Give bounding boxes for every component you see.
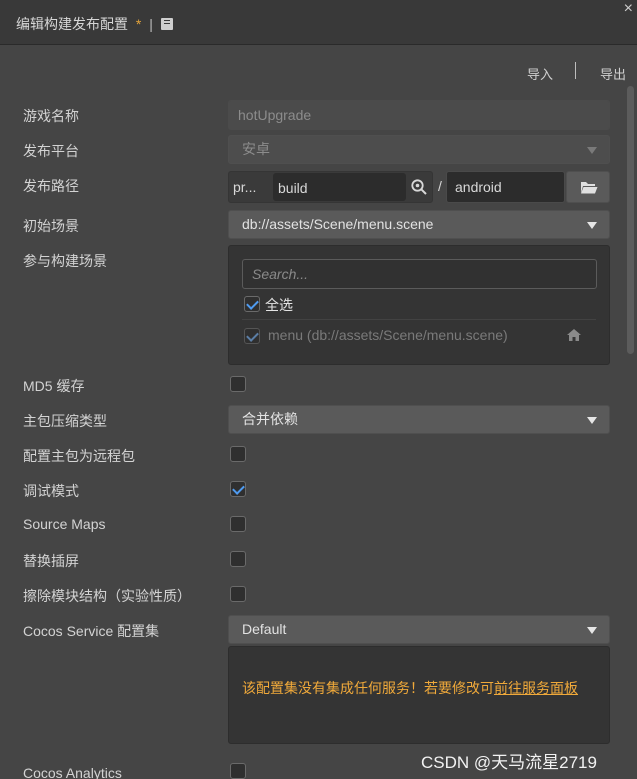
start-scene-value: db://assets/Scene/menu.scene — [242, 216, 434, 232]
divider — [242, 319, 596, 320]
window-title-text: 编辑构建发布配置 — [16, 16, 128, 32]
title-separator: | — [149, 16, 153, 32]
start-scene-select[interactable]: db://assets/Scene/menu.scene — [228, 210, 610, 239]
close-button[interactable]: × — [624, 0, 633, 18]
platform-label: 发布平台 — [23, 143, 79, 159]
service-notice: 该配置集没有集成任何服务！若要修改可前往服务面板 — [242, 674, 602, 703]
replace-splash-label: 替换插屏 — [23, 553, 79, 569]
scene-name: menu — [268, 327, 304, 343]
chevron-down-icon — [587, 627, 597, 634]
main-bundle-remote-checkbox[interactable] — [230, 446, 246, 462]
modified-indicator: * — [135, 16, 142, 32]
debug-mode-label: 调试模式 — [23, 483, 79, 499]
build-folder-input[interactable]: build — [273, 173, 406, 201]
game-name-label: 游戏名称 — [23, 108, 79, 124]
md5-cache-label: MD5 缓存 — [23, 378, 85, 394]
build-path-label: 发布路径 — [23, 178, 79, 194]
select-all-checkbox[interactable] — [244, 296, 260, 312]
window-title: 编辑构建发布配置 * | — [16, 14, 173, 34]
platform-value: 安卓 — [242, 141, 270, 157]
replace-splash-checkbox[interactable] — [230, 551, 246, 567]
platform-folder-input[interactable]: android — [446, 171, 565, 203]
game-name-input[interactable]: hotUpgrade — [228, 100, 610, 130]
import-button[interactable]: 导入 — [527, 64, 553, 83]
toolbar-separator — [575, 62, 576, 79]
folder-open-icon — [581, 182, 598, 194]
path-slash: / — [438, 178, 442, 194]
md5-cache-checkbox[interactable] — [230, 376, 246, 392]
source-maps-checkbox[interactable] — [230, 516, 246, 532]
export-button[interactable]: 导出 — [600, 64, 626, 83]
cocos-service-select[interactable]: Default — [228, 615, 610, 644]
debug-mode-checkbox[interactable] — [230, 481, 246, 497]
scene-item-menu[interactable]: menu (db://assets/Scene/menu.scene) — [268, 327, 508, 343]
open-folder-button[interactable] — [566, 171, 610, 203]
chevron-down-icon — [587, 147, 597, 154]
cocos-analytics-label: Cocos Analytics — [23, 765, 122, 779]
service-notice-text: 该配置集没有集成任何服务！若要修改可 — [242, 680, 494, 696]
cocos-service-label: Cocos Service 配置集 — [23, 623, 160, 639]
erase-module-checkbox[interactable] — [230, 586, 246, 602]
erase-module-label: 擦除模块结构（实验性质） — [23, 588, 191, 604]
select-all-label: 全选 — [265, 297, 293, 313]
compression-type-value: 合并依赖 — [242, 411, 298, 427]
source-maps-label: Source Maps — [23, 516, 106, 532]
platform-select[interactable]: 安卓 — [228, 135, 610, 164]
scene-checkbox-menu[interactable] — [244, 328, 260, 344]
scrollbar-thumb[interactable] — [627, 86, 634, 354]
build-path-prefix[interactable]: pr... — [233, 179, 256, 195]
chevron-down-icon — [587, 222, 597, 229]
title-bar: 编辑构建发布配置 * | × — [0, 0, 637, 45]
main-bundle-remote-label: 配置主包为远程包 — [23, 448, 135, 464]
cocos-service-value: Default — [242, 621, 287, 637]
service-notice-panel: 该配置集没有集成任何服务！若要修改可前往服务面板 — [228, 646, 610, 744]
service-panel-link[interactable]: 前往服务面板 — [494, 680, 578, 696]
compression-type-select[interactable]: 合并依赖 — [228, 405, 610, 434]
search-folder-icon[interactable] — [410, 178, 428, 196]
included-scenes-label: 参与构建场景 — [23, 253, 107, 269]
compression-type-label: 主包压缩类型 — [23, 413, 107, 429]
book-icon[interactable] — [160, 18, 173, 30]
start-scene-label: 初始场景 — [23, 218, 79, 234]
watermark: CSDN @天马流星2719 — [421, 753, 597, 772]
cocos-analytics-checkbox[interactable] — [230, 763, 246, 779]
scene-search-input[interactable]: Search... — [242, 259, 597, 289]
chevron-down-icon — [587, 417, 597, 424]
home-icon[interactable] — [566, 328, 582, 345]
scene-path: (db://assets/Scene/menu.scene) — [306, 327, 508, 343]
